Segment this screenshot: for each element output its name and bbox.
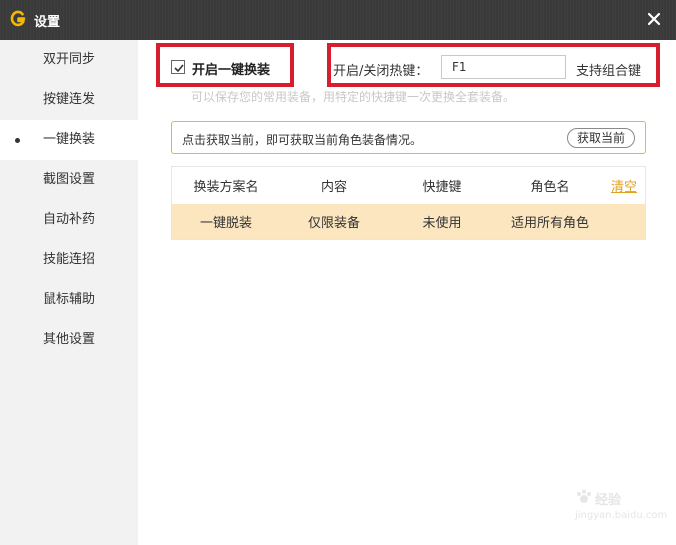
hint-text: 可以保存您的常用装备，用特定的快捷键一次更换全套装备。 — [191, 90, 516, 104]
watermark-line1: 经验 — [595, 493, 622, 508]
hotkey-label: 开启/关闭热键： — [333, 64, 429, 79]
fetch-current-button[interactable]: 获取当前 — [567, 128, 635, 148]
window-title: 设置 — [34, 15, 61, 30]
table-row[interactable]: 一键脱装 仅限装备 未使用 适用所有角色 — [172, 204, 645, 239]
sidebar-item-other-settings[interactable]: 其他设置 — [0, 320, 138, 360]
sidebar-item-dual-sync[interactable]: 双开同步 — [0, 40, 138, 80]
enable-swap-checkbox[interactable] — [171, 60, 185, 74]
check-icon — [174, 64, 184, 73]
table-header: 换装方案名 内容 快捷键 角色名 清空 — [172, 167, 645, 204]
header-content: 内容 — [320, 180, 347, 195]
watermark: 经验 jingyan.baidu.com — [573, 486, 668, 526]
clear-link[interactable]: 清空 — [611, 176, 637, 195]
enable-swap-label[interactable]: 开启一键换装 — [192, 59, 270, 78]
sidebar-item-auto-potion[interactable]: 自动补药 — [0, 200, 138, 240]
header-role-name: 角色名 — [530, 180, 570, 195]
header-hotkey: 快捷键 — [422, 180, 462, 195]
sidebar-item-skill-combo[interactable]: 技能连招 — [0, 240, 138, 280]
cell-hotkey: 未使用 — [422, 216, 462, 231]
combo-key-label: 支持组合键 — [576, 64, 642, 79]
g-logo-icon — [10, 10, 26, 27]
notice-text: 点击获取当前，即可获取当前角色装备情况。 — [182, 133, 423, 147]
hotkey-input[interactable] — [441, 55, 566, 79]
header-scheme-name: 换装方案名 — [193, 180, 259, 195]
cell-role-name: 适用所有角色 — [510, 216, 589, 231]
notice-bar: 点击获取当前，即可获取当前角色装备情况。 获取当前 — [171, 121, 646, 154]
sidebar: 双开同步 按键连发 一键换装 截图设置 自动补药 技能连招 鼠标辅助 其他设置 — [0, 40, 138, 545]
cell-content: 仅限装备 — [307, 216, 360, 231]
cell-scheme-name: 一键脱装 — [199, 216, 252, 231]
close-icon[interactable] — [644, 9, 664, 29]
sidebar-item-mouse-assist[interactable]: 鼠标辅助 — [0, 280, 138, 320]
sidebar-item-key-repeat[interactable]: 按键连发 — [0, 80, 138, 120]
paw-icon — [577, 489, 591, 503]
main-panel — [138, 40, 676, 545]
watermark-line2: jingyan.baidu.com — [575, 510, 668, 521]
sidebar-item-screenshot[interactable]: 截图设置 — [0, 160, 138, 200]
title-bar: 设置 — [0, 0, 676, 40]
sidebar-item-one-click-swap[interactable]: 一键换装 — [0, 120, 138, 160]
outfit-table: 换装方案名 内容 快捷键 角色名 清空 一键脱装 仅限装备 未使用 适用所有角色 — [171, 166, 646, 240]
